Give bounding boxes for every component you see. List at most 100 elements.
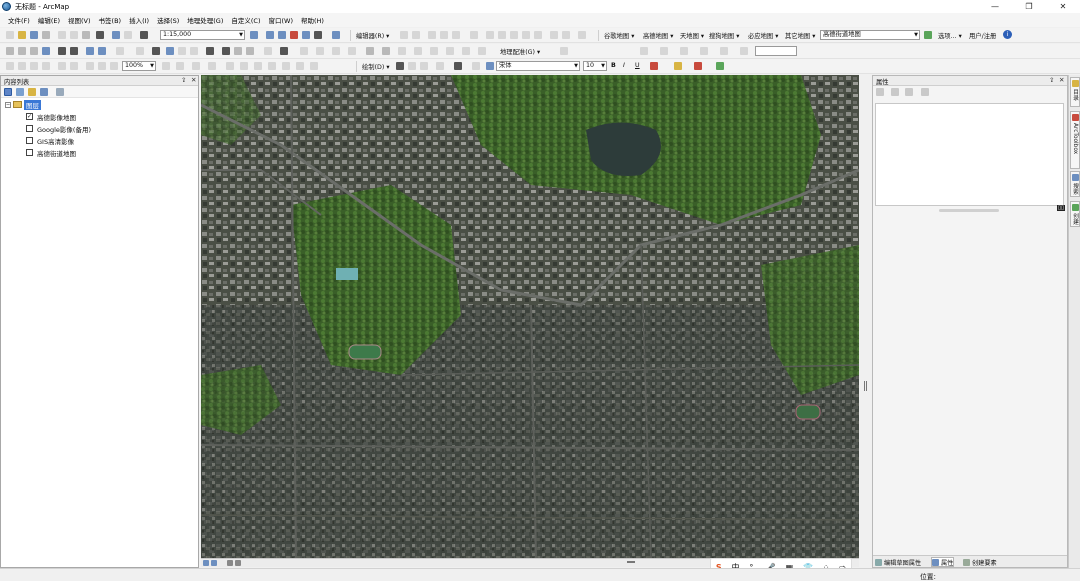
rotate-element-icon[interactable] — [408, 62, 416, 70]
open-folder-icon[interactable] — [18, 31, 26, 39]
sketch-properties-icon[interactable] — [534, 31, 542, 39]
menu-customize[interactable]: 自定义(C) — [227, 15, 264, 25]
maximize-button[interactable]: ❐ — [1012, 0, 1046, 13]
arctoolbox-icon[interactable] — [302, 31, 310, 39]
tab-attributes[interactable]: 属性 — [931, 557, 955, 567]
list-by-source-icon[interactable] — [16, 88, 24, 96]
tab-create-features[interactable]: 创建要素 — [963, 557, 997, 567]
layer-item[interactable]: 高德街道地图 — [26, 147, 76, 158]
create-viewer-window-icon[interactable] — [280, 47, 288, 55]
change-layout-icon[interactable] — [192, 62, 200, 70]
editor-toolbar-icon[interactable] — [250, 31, 258, 39]
rotate-tool-icon[interactable] — [486, 31, 494, 39]
tab-catalog[interactable]: 目录 — [1070, 77, 1080, 107]
close-icon[interactable]: ✕ — [191, 76, 196, 84]
close-icon[interactable]: ✕ — [1059, 76, 1064, 84]
georef-shift-icon[interactable] — [660, 47, 668, 55]
menu-selection[interactable]: 选择(S) — [153, 15, 183, 25]
layout-fixed-out-icon[interactable] — [70, 62, 78, 70]
georef-link-icon[interactable] — [700, 47, 708, 55]
toggle-draft-icon[interactable] — [162, 62, 170, 70]
georef-tool-6-icon[interactable] — [382, 47, 390, 55]
tab-arctoolbox[interactable]: ArcToolbox — [1070, 111, 1080, 169]
other-maps-menu[interactable]: 其它地图 ▾ — [785, 31, 815, 40]
georef-tool-11-icon[interactable] — [462, 47, 470, 55]
snapping-icon[interactable] — [562, 31, 570, 39]
save-icon[interactable] — [30, 31, 38, 39]
basemap-select[interactable]: 高德街道地图 ▼ — [820, 30, 920, 40]
georef-layer-icon[interactable] — [560, 47, 568, 55]
pan-hand-icon[interactable] — [30, 47, 38, 55]
sogou-maps-menu[interactable]: 搜狗地图 ▾ — [709, 31, 739, 40]
georef-scale-icon[interactable] — [680, 47, 688, 55]
hyperlink-icon[interactable] — [190, 47, 198, 55]
layout-zoom-in-icon[interactable] — [6, 62, 14, 70]
close-button[interactable]: ✕ — [1046, 0, 1080, 13]
python-window-icon[interactable] — [314, 31, 322, 39]
paste-icon[interactable] — [82, 31, 90, 39]
georef-input-field[interactable] — [755, 46, 797, 56]
focus-data-frame-icon[interactable] — [176, 62, 184, 70]
georef-tool-7-icon[interactable] — [398, 47, 406, 55]
editor-menu[interactable]: 编辑器(R) ▾ — [356, 31, 389, 40]
undo-icon[interactable] — [112, 31, 120, 39]
pin-icon[interactable]: ⇪ — [1049, 76, 1054, 84]
bing-maps-menu[interactable]: 必应地图 ▾ — [748, 31, 778, 40]
tab-create[interactable]: 创建 — [1070, 201, 1080, 227]
georef-tool-12-icon[interactable] — [478, 47, 486, 55]
user-register-link[interactable]: 用户/注册 — [969, 31, 996, 40]
layer-label[interactable]: 高德街道地图 — [37, 148, 76, 158]
attr-tool-2-icon[interactable] — [891, 88, 899, 96]
edit-annotation-icon[interactable] — [412, 31, 420, 39]
tianditu-menu[interactable]: 天地图 ▾ — [680, 31, 704, 40]
menu-file[interactable]: 文件(F) — [4, 15, 34, 25]
font-color-icon[interactable] — [650, 62, 658, 70]
menu-view[interactable]: 视图(V) — [64, 15, 95, 25]
time-slider-icon[interactable] — [264, 47, 272, 55]
new-document-icon[interactable] — [6, 31, 14, 39]
georef-rotate-icon[interactable] — [640, 47, 648, 55]
panel-splitter[interactable] — [860, 75, 872, 568]
amap-menu[interactable]: 高德地图 ▾ — [643, 31, 673, 40]
layer-label[interactable]: 高德影像地图 — [37, 112, 76, 122]
layer-label[interactable]: Google影像(备用) — [37, 124, 91, 134]
edit-tool-icon[interactable] — [400, 31, 408, 39]
html-popup-icon[interactable] — [178, 47, 186, 55]
callout-icon[interactable] — [472, 62, 480, 70]
create-features-icon[interactable] — [550, 31, 558, 39]
georef-tool-2-icon[interactable] — [316, 47, 324, 55]
cut-icon[interactable] — [58, 31, 66, 39]
layers-group-label[interactable]: 图层 — [24, 99, 41, 110]
model-builder-icon[interactable] — [332, 31, 340, 39]
table-of-contents-icon[interactable] — [266, 31, 274, 39]
straight-segment-icon[interactable] — [428, 31, 436, 39]
catalog-window-icon[interactable] — [278, 31, 286, 39]
fixed-zoom-in-icon[interactable] — [58, 47, 66, 55]
find-route-icon[interactable] — [234, 47, 242, 55]
list-by-visibility-icon[interactable] — [28, 88, 36, 96]
georef-tool-10-icon[interactable] — [446, 47, 454, 55]
pin-icon[interactable]: ⇪ — [181, 76, 186, 84]
reshape-icon[interactable] — [498, 31, 506, 39]
menu-window[interactable]: 窗口(W) — [265, 15, 298, 25]
select-features-icon[interactable] — [116, 47, 124, 55]
layout-zoom-out-icon[interactable] — [18, 62, 26, 70]
zoom-to-selected-icon[interactable] — [420, 62, 428, 70]
print-icon[interactable] — [42, 31, 50, 39]
text-tool-icon[interactable] — [454, 62, 462, 70]
layout-fixed-in-icon[interactable] — [58, 62, 66, 70]
delete-icon[interactable] — [96, 31, 104, 39]
menu-help[interactable]: 帮助(H) — [297, 15, 328, 25]
rectangle-icon[interactable] — [436, 62, 444, 70]
georef-tool-4-icon[interactable] — [348, 47, 356, 55]
horizontal-splitter-grip[interactable] — [627, 561, 635, 563]
zoom-in-icon[interactable] — [6, 47, 14, 55]
select-elements-icon[interactable] — [396, 62, 404, 70]
georef-tool-8-icon[interactable] — [414, 47, 422, 55]
layout-view-icon[interactable] — [211, 560, 217, 566]
pause-drawing-icon[interactable] — [235, 560, 241, 566]
layout-forward-icon[interactable] — [98, 62, 106, 70]
edit-vertices-icon[interactable] — [578, 31, 586, 39]
draw-tool-5-icon[interactable] — [282, 62, 290, 70]
menu-geoprocessing[interactable]: 地理处理(G) — [183, 15, 227, 25]
